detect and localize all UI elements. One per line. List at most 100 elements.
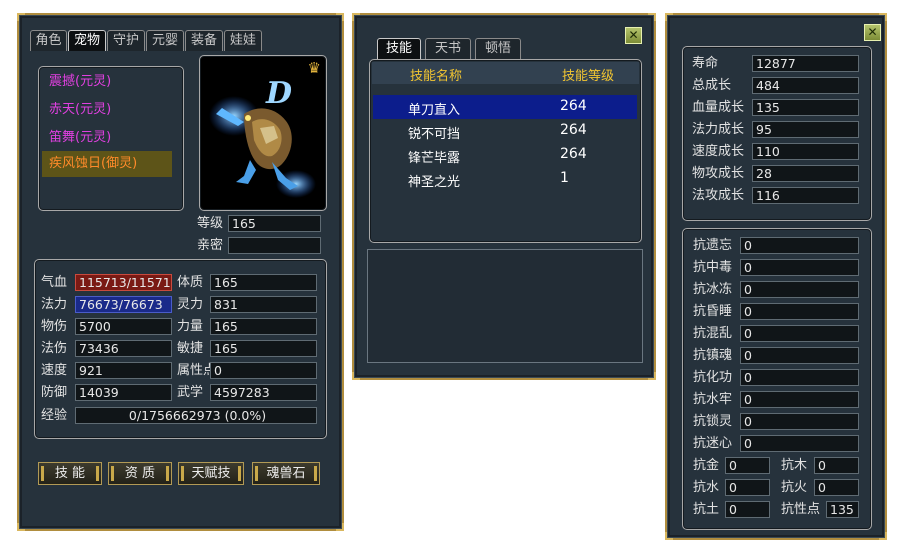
magic-attack-growth-field: 116 (752, 187, 859, 204)
skill-name-column-header: 技能名称 (410, 69, 463, 84)
magic-damage-label: 法伤 (41, 341, 68, 356)
experience-bar: 0/1756662973 (0.0%) (75, 407, 317, 424)
speed-label: 速度 (41, 363, 68, 378)
martial-field: 4597283 (210, 384, 317, 401)
resist-label: 抗迷心 (693, 436, 733, 451)
resist-field: 0 (740, 369, 859, 386)
element-resist-label: 抗土 (693, 502, 720, 517)
lifespan-field: 12877 (752, 55, 859, 72)
skills-button[interactable]: 技 能 (38, 462, 102, 485)
skill-name: 锐不可挡 (408, 127, 461, 142)
close-button[interactable]: ✕ (625, 27, 642, 44)
hp-growth-label: 血量成长 (692, 100, 745, 115)
aptitude-button[interactable]: 资 质 (108, 462, 172, 485)
resist-field: 0 (740, 325, 859, 342)
skill-description-box (367, 249, 643, 363)
resist-label: 抗冰冻 (693, 282, 733, 297)
attribute-points-field: 0 (210, 362, 317, 379)
corner-ornament (352, 372, 360, 380)
hp-bar: 115713/115713 (75, 274, 172, 291)
resist-points-label: 抗性点 (781, 502, 821, 517)
skill-level: 264 (560, 146, 587, 162)
resist-label: 抗昏睡 (693, 304, 733, 319)
corner-ornament (665, 13, 673, 21)
resist-label: 抗混乱 (693, 326, 733, 341)
element-resist-label: 抗水 (693, 480, 720, 495)
spirit-field: 831 (210, 296, 317, 313)
intimacy-field (228, 237, 321, 254)
corner-ornament (336, 13, 344, 21)
skill-level: 264 (560, 98, 587, 114)
resist-label: 抗镇魂 (693, 348, 733, 363)
soul-stone-button[interactable]: 魂兽石 (252, 462, 320, 485)
intimacy-label: 亲密 (197, 238, 224, 253)
aptitude-panel: ✕ 寿命 12877 总成长 484 血量成长 135 法力成长 95 速度成长… (665, 13, 887, 540)
skill-row[interactable]: 神圣之光 1 (373, 167, 637, 191)
element-resist-label: 抗木 (781, 458, 808, 473)
resist-field: 0 (740, 347, 859, 364)
physical-attack-growth-label: 物攻成长 (692, 166, 745, 181)
resist-label: 抗中毒 (693, 260, 733, 275)
tab-doll[interactable]: 娃娃 (224, 30, 262, 51)
physical-damage-label: 物伤 (41, 319, 68, 334)
tab-skills[interactable]: 技能 (377, 38, 421, 59)
level-label: 等级 (197, 216, 224, 231)
resist-field: 0 (740, 413, 859, 430)
resist-points-field: 135 (826, 501, 859, 518)
mp-label: 法力 (41, 297, 68, 312)
corner-ornament (352, 13, 360, 21)
corner-ornament (648, 13, 656, 21)
resist-field: 0 (740, 391, 859, 408)
magic-damage-field: 73436 (75, 340, 172, 357)
spirit-label: 灵力 (177, 297, 204, 312)
corner-ornament (17, 13, 25, 21)
tab-guardian[interactable]: 守护 (107, 30, 145, 51)
resist-frame: 抗遗忘 0 抗中毒 0 抗冰冻 0 抗昏睡 0 抗混乱 0 抗镇魂 0 抗化功 … (682, 228, 872, 530)
pet-panel: 角色 宠物 守护 元婴 装备 娃娃 震撼(元灵) 赤天(元灵) 笛舞(元灵) 疾… (17, 13, 344, 531)
skill-name: 单刀直入 (408, 103, 461, 118)
constitution-field: 165 (210, 274, 317, 291)
element-resist-field: 0 (814, 457, 859, 474)
resist-field: 0 (740, 281, 859, 298)
physical-attack-growth-field: 28 (752, 165, 859, 182)
speed-field: 921 (75, 362, 172, 379)
corner-ornament (336, 523, 344, 531)
total-growth-field: 484 (752, 77, 859, 94)
pet-list-item[interactable]: 赤天(元灵) (42, 97, 172, 123)
resist-field: 0 (740, 303, 859, 320)
pet-list: 震撼(元灵) 赤天(元灵) 笛舞(元灵) 疾风蚀日(御灵) (38, 66, 184, 211)
element-resist-label: 抗火 (781, 480, 808, 495)
tab-yuanying[interactable]: 元婴 (146, 30, 184, 51)
resist-label: 抗化功 (693, 370, 733, 385)
agility-label: 敏捷 (177, 341, 204, 356)
constitution-label: 体质 (177, 275, 204, 290)
skill-row[interactable]: 锐不可挡 264 (373, 119, 637, 143)
corner-ornament (879, 13, 887, 21)
close-button[interactable]: ✕ (864, 24, 881, 41)
tab-enlightenment[interactable]: 顿悟 (475, 38, 521, 59)
total-growth-label: 总成长 (692, 78, 732, 93)
pet-list-item[interactable]: 震撼(元灵) (42, 69, 172, 95)
skill-name: 神圣之光 (408, 175, 461, 190)
talent-skill-button[interactable]: 天赋技 (178, 462, 244, 485)
physical-damage-field: 5700 (75, 318, 172, 335)
pet-creature-image (209, 96, 316, 198)
tab-heavenly-book[interactable]: 天书 (425, 38, 471, 59)
tab-pet[interactable]: 宠物 (68, 30, 106, 51)
skill-row-selected[interactable]: 单刀直入 264 (373, 95, 637, 119)
stats-frame: 气血 115713/115713 法力 76673/76673 物伤 5700 … (34, 259, 327, 439)
experience-label: 经验 (41, 408, 68, 423)
pet-list-item[interactable]: 笛舞(元灵) (42, 125, 172, 151)
element-resist-field: 0 (814, 479, 859, 496)
skill-level: 1 (560, 170, 569, 186)
tab-role[interactable]: 角色 (30, 30, 67, 51)
agility-field: 165 (210, 340, 317, 357)
corner-ornament (665, 532, 673, 540)
skill-name: 锋芒毕露 (408, 151, 461, 166)
skill-row[interactable]: 锋芒毕露 264 (373, 143, 637, 167)
mp-growth-label: 法力成长 (692, 122, 745, 137)
corner-ornament (648, 372, 656, 380)
tab-equipment[interactable]: 装备 (185, 30, 223, 51)
skill-level: 264 (560, 122, 587, 138)
pet-list-item-selected[interactable]: 疾风蚀日(御灵) (42, 151, 172, 177)
